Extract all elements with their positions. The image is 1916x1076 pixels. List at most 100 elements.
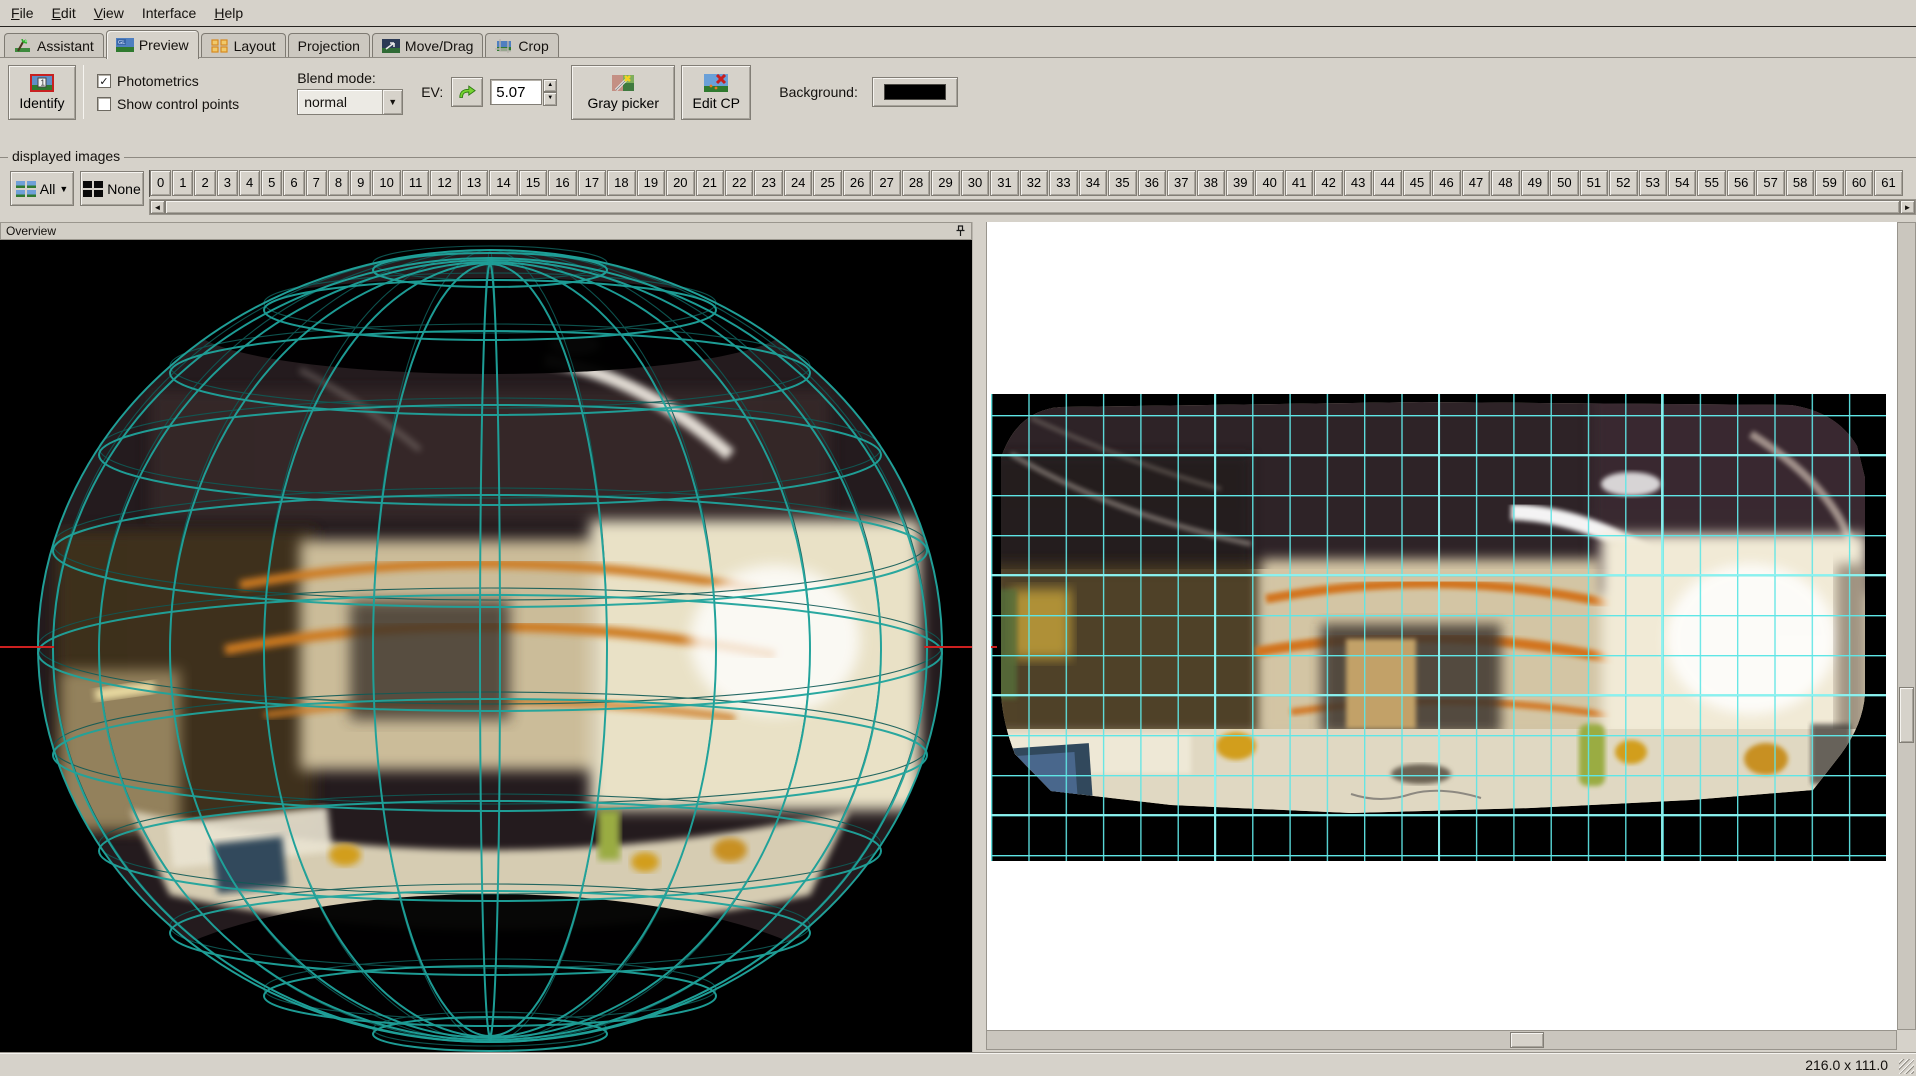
image-strip-scrollbar[interactable]: ◄ ►: [149, 199, 1916, 215]
image-toggle-button[interactable]: 6: [283, 170, 304, 196]
image-toggle-button[interactable]: 11: [402, 170, 430, 196]
spin-down-button[interactable]: ▼: [543, 92, 557, 106]
image-strip-scroll-thumb[interactable]: [165, 200, 1900, 214]
image-toggle-button[interactable]: 55: [1697, 170, 1725, 196]
preview-vertical-scrollbar[interactable]: [1897, 222, 1916, 1030]
image-toggle-button[interactable]: 41: [1285, 170, 1313, 196]
image-toggle-button[interactable]: 9: [350, 170, 371, 196]
image-toggle-button[interactable]: 50: [1550, 170, 1578, 196]
spin-up-button[interactable]: ▲: [543, 79, 557, 93]
image-toggle-button[interactable]: 60: [1845, 170, 1873, 196]
tab-layout[interactable]: Layout: [201, 33, 286, 58]
image-toggle-button[interactable]: 3: [217, 170, 238, 196]
image-toggle-button[interactable]: 13: [460, 170, 488, 196]
image-toggle-button[interactable]: 8: [328, 170, 349, 196]
image-toggle-button[interactable]: 14: [489, 170, 517, 196]
identify-button[interactable]: 1 Identify: [8, 65, 76, 120]
photometrics-checkbox[interactable]: [97, 74, 111, 88]
ev-value-field[interactable]: [490, 79, 542, 105]
photometrics-row[interactable]: Photometrics: [97, 73, 239, 89]
image-toggle-button[interactable]: 51: [1580, 170, 1608, 196]
image-toggle-button[interactable]: 4: [239, 170, 260, 196]
image-toggle-button[interactable]: 43: [1344, 170, 1372, 196]
image-toggle-button[interactable]: 59: [1815, 170, 1843, 196]
horizontal-scroll-thumb[interactable]: [1510, 1032, 1544, 1048]
edit-cp-button[interactable]: Edit CP: [681, 65, 751, 120]
image-toggle-button[interactable]: 17: [578, 170, 606, 196]
panorama-preview-canvas[interactable]: [986, 222, 1897, 1030]
vertical-scroll-thumb[interactable]: [1899, 687, 1914, 743]
image-toggle-button[interactable]: 20: [666, 170, 694, 196]
image-toggle-button[interactable]: 35: [1108, 170, 1136, 196]
image-toggle-button[interactable]: 39: [1226, 170, 1254, 196]
image-toggle-button[interactable]: 1: [172, 170, 193, 196]
image-toggle-button[interactable]: 61: [1874, 170, 1902, 196]
image-toggle-button[interactable]: 7: [306, 170, 327, 196]
image-toggle-button[interactable]: 42: [1314, 170, 1342, 196]
tab-preview[interactable]: GL Preview: [106, 30, 199, 59]
image-toggle-button[interactable]: 45: [1403, 170, 1431, 196]
image-toggle-button[interactable]: 58: [1786, 170, 1814, 196]
image-toggle-button[interactable]: 33: [1049, 170, 1077, 196]
image-toggle-button[interactable]: 21: [696, 170, 724, 196]
image-toggle-button[interactable]: 54: [1668, 170, 1696, 196]
image-toggle-button[interactable]: 46: [1432, 170, 1460, 196]
image-toggle-button[interactable]: 0: [150, 170, 171, 196]
scroll-right-icon[interactable]: ►: [1900, 200, 1915, 214]
scroll-left-icon[interactable]: ◄: [150, 200, 165, 214]
image-toggle-button[interactable]: 30: [961, 170, 989, 196]
show-control-points-checkbox[interactable]: [97, 97, 111, 111]
image-toggle-button[interactable]: 37: [1167, 170, 1195, 196]
image-toggle-button[interactable]: 24: [784, 170, 812, 196]
menu-help[interactable]: Help: [205, 2, 252, 24]
resize-grip-icon[interactable]: [1899, 1059, 1914, 1074]
image-toggle-button[interactable]: 5: [261, 170, 282, 196]
image-toggle-button[interactable]: 52: [1609, 170, 1637, 196]
ev-apply-button[interactable]: [451, 77, 483, 107]
image-toggle-button[interactable]: 15: [519, 170, 547, 196]
show-control-points-row[interactable]: Show control points: [97, 96, 239, 112]
menu-file[interactable]: File: [2, 2, 43, 24]
image-toggle-button[interactable]: 40: [1255, 170, 1283, 196]
pin-icon[interactable]: [955, 225, 966, 237]
image-toggle-button[interactable]: 44: [1373, 170, 1401, 196]
chevron-down-icon[interactable]: ▼: [382, 90, 402, 114]
show-none-button[interactable]: None: [80, 171, 144, 206]
image-toggle-button[interactable]: 28: [902, 170, 930, 196]
image-toggle-button[interactable]: 49: [1521, 170, 1549, 196]
tab-move-drag[interactable]: Move/Drag: [372, 33, 483, 58]
image-toggle-button[interactable]: 12: [430, 170, 458, 196]
preview-horizontal-scrollbar[interactable]: [986, 1030, 1897, 1050]
image-toggle-button[interactable]: 31: [990, 170, 1018, 196]
image-toggle-button[interactable]: 36: [1138, 170, 1166, 196]
overview-sphere-canvas[interactable]: [0, 240, 972, 1052]
image-toggle-button[interactable]: 34: [1079, 170, 1107, 196]
image-toggle-button[interactable]: 29: [931, 170, 959, 196]
image-toggle-button[interactable]: 22: [725, 170, 753, 196]
image-toggle-button[interactable]: 19: [637, 170, 665, 196]
image-toggle-button[interactable]: 48: [1491, 170, 1519, 196]
background-color-button[interactable]: [872, 77, 958, 107]
image-toggle-button[interactable]: 2: [194, 170, 215, 196]
image-toggle-button[interactable]: 27: [872, 170, 900, 196]
tab-assistant[interactable]: Assistant: [4, 33, 104, 58]
menu-edit[interactable]: Edit: [43, 2, 85, 24]
image-toggle-button[interactable]: 32: [1020, 170, 1048, 196]
gray-picker-button[interactable]: Gray picker: [571, 65, 675, 120]
image-toggle-button[interactable]: 10: [372, 170, 400, 196]
image-toggle-button[interactable]: 47: [1462, 170, 1490, 196]
show-all-button[interactable]: All▼: [10, 171, 74, 206]
image-toggle-button[interactable]: 38: [1197, 170, 1225, 196]
blend-mode-select[interactable]: normal ▼: [297, 89, 403, 115]
tab-crop[interactable]: Crop: [485, 33, 558, 58]
menu-view[interactable]: View: [85, 2, 133, 24]
image-toggle-button[interactable]: 26: [843, 170, 871, 196]
tab-projection[interactable]: Projection: [288, 33, 370, 58]
image-toggle-button[interactable]: 56: [1727, 170, 1755, 196]
menu-interface[interactable]: Interface: [133, 2, 205, 24]
image-toggle-button[interactable]: 57: [1756, 170, 1784, 196]
image-toggle-button[interactable]: 25: [813, 170, 841, 196]
panel-splitter[interactable]: [972, 222, 986, 1052]
image-toggle-button[interactable]: 18: [607, 170, 635, 196]
image-toggle-button[interactable]: 53: [1639, 170, 1667, 196]
